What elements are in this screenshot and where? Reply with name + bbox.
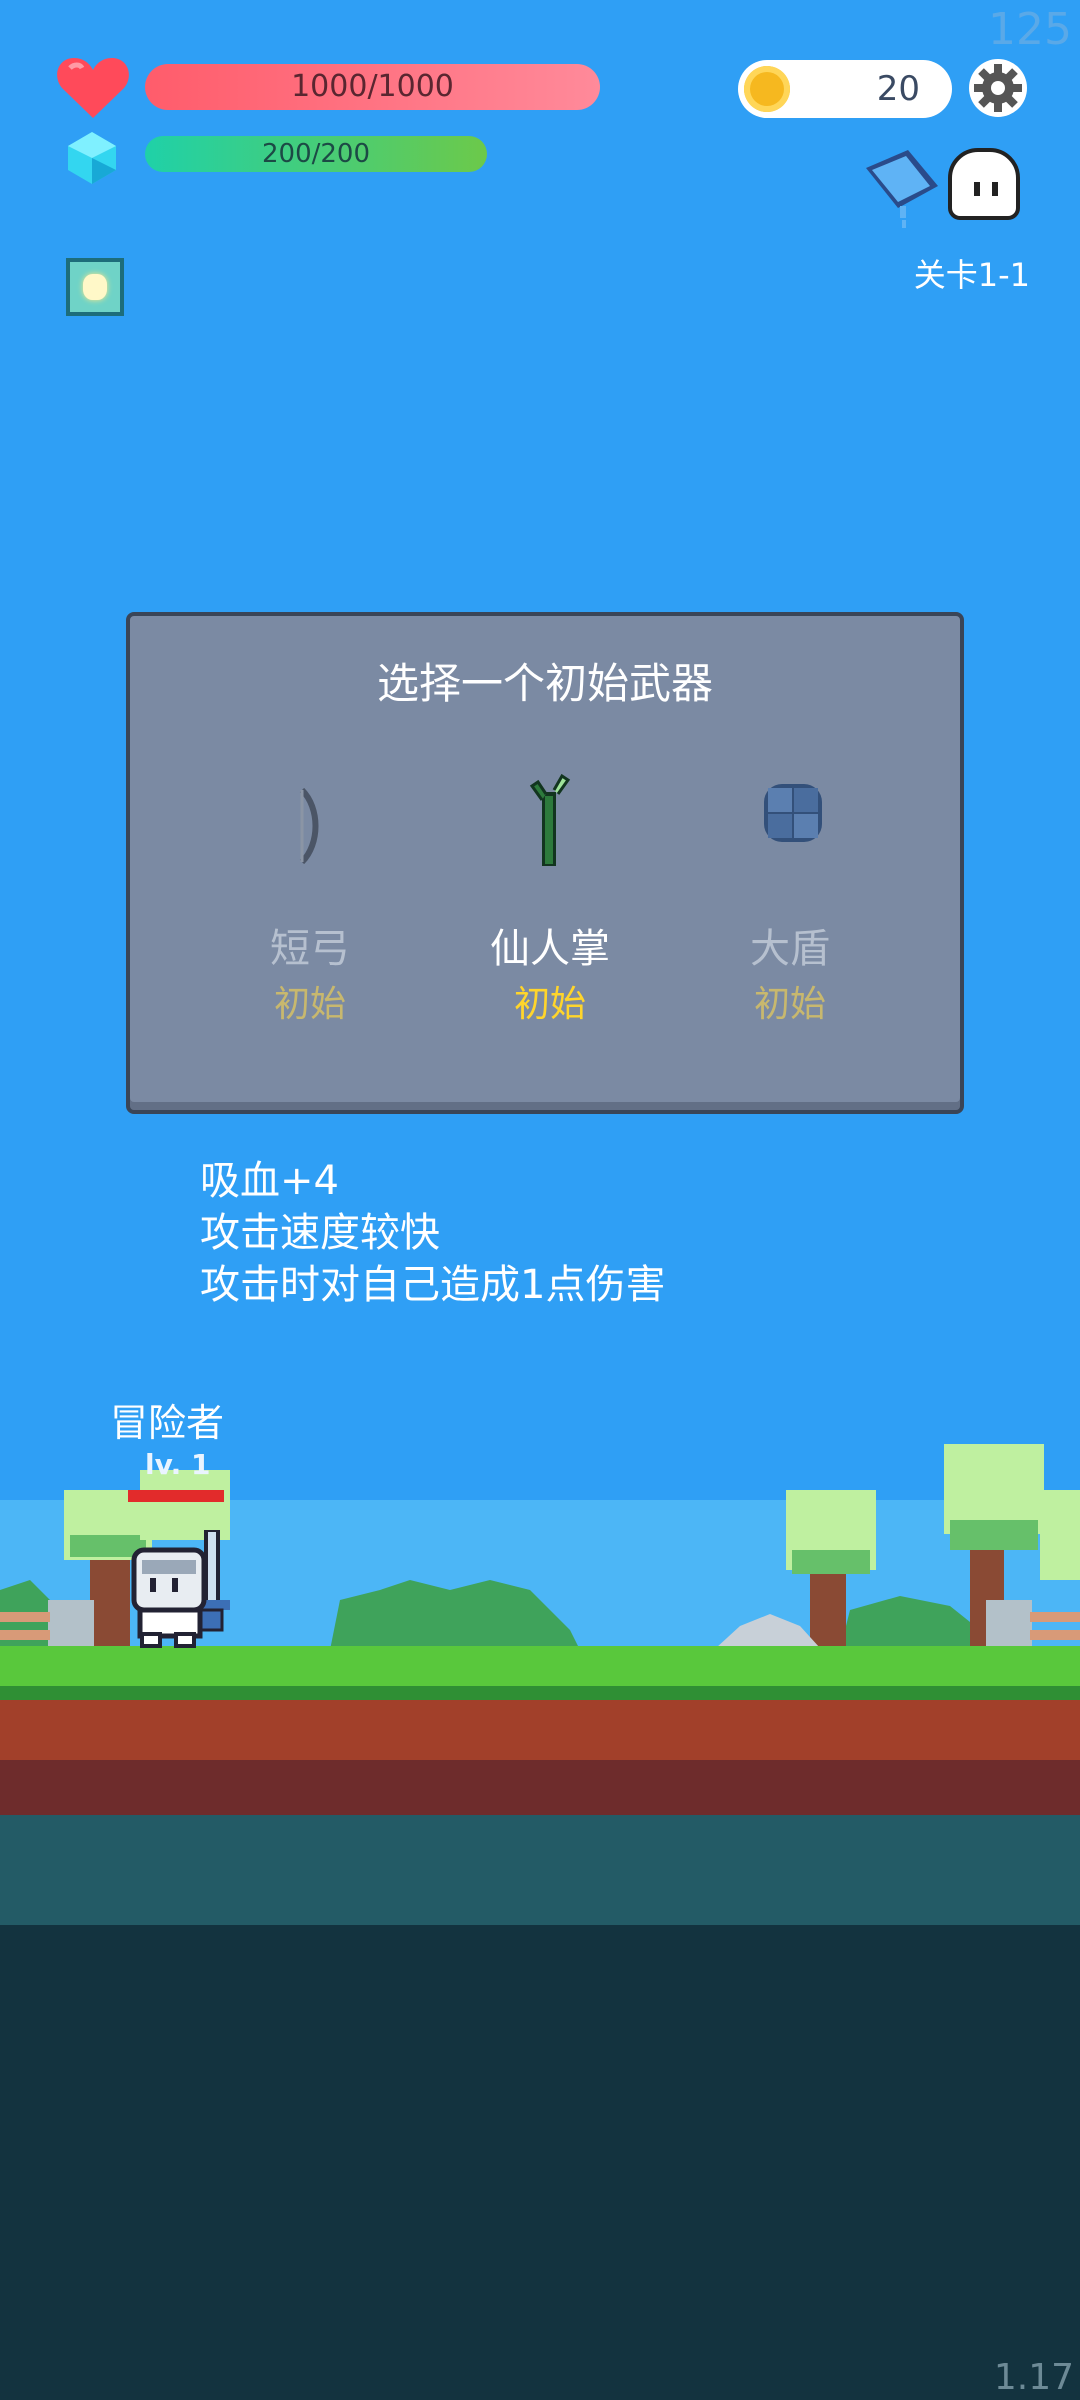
ghost-pet-icon[interactable] [948,148,1020,220]
weapon-name-cactus: 仙人掌 [490,926,610,972]
dirt-lower-layer [0,1760,1080,1815]
water-bucket-icon[interactable] [862,146,942,230]
gear-icon[interactable] [968,58,1028,118]
version-label: 1.17 [993,2357,1074,2398]
mana-gem-icon [68,132,116,184]
fps-counter: 125 [988,4,1072,55]
dialog-title: 选择一个初始武器 [376,659,713,708]
shield-icon [764,784,822,842]
weapon-name-bow: 短弓 [270,926,350,972]
coin-icon [744,66,790,112]
character-hp-bar [128,1490,224,1502]
coin-count: 20 [876,69,920,109]
weapon-tag-cactus: 初始 [513,984,586,1025]
knight-character[interactable] [128,1530,244,1648]
weapon-desc-line-2: 攻击速度较快 [200,1210,440,1256]
grass-edge [0,1686,1080,1700]
weapon-tag-shield: 初始 [753,984,826,1025]
bow-icon [299,788,319,864]
weapon-tag-bow: 初始 [273,984,346,1025]
weapon-name-shield: 大盾 [750,926,830,972]
character-name: 冒险者 [110,1401,225,1445]
character-level: lv. 1 [145,1448,211,1481]
heart-icon [57,58,129,118]
weapon-desc-line-1: 吸血+4 [200,1158,339,1204]
lightbulb-buff-icon[interactable] [66,258,124,316]
stage-label: 关卡1-1 [913,256,1030,294]
hp-text: 1000/1000 [291,69,454,104]
water-surface [0,1815,1080,1925]
mana-text: 200/200 [261,139,370,169]
cactus-icon [529,773,571,866]
weapon-desc-line-3: 攻击时对自己造成1点伤害 [200,1262,666,1308]
deep-water [0,1925,1080,2400]
